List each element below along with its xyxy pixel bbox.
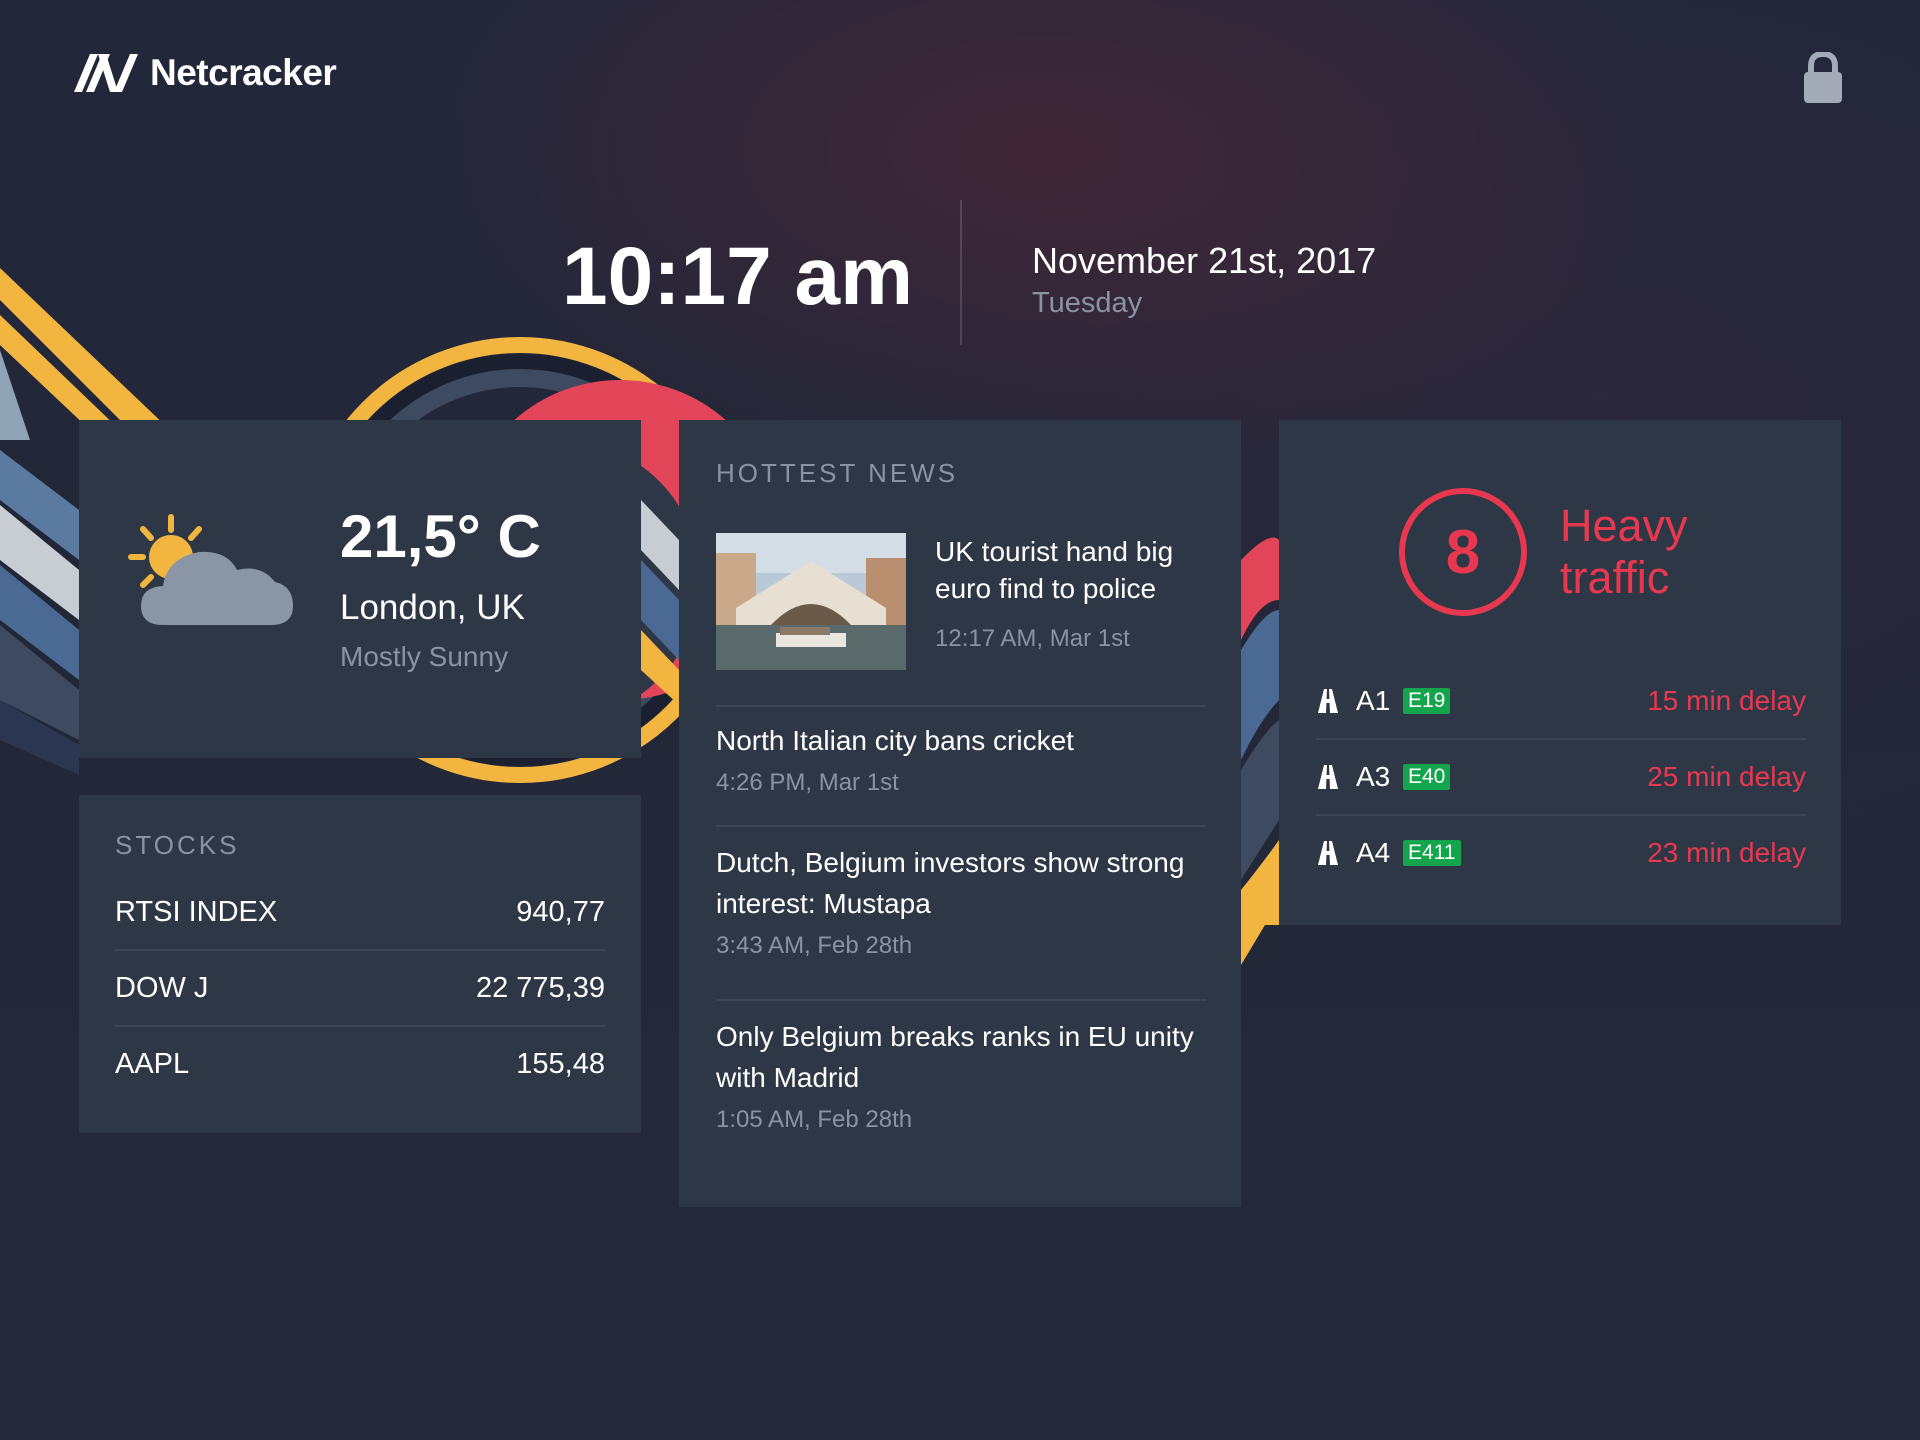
news-item[interactable]: North Italian city bans cricket 4:26 PM,…: [716, 720, 1206, 797]
news-divider: [716, 825, 1206, 827]
road-delay: 15 min delay: [1647, 685, 1806, 716]
road-row[interactable]: A4 E411 23 min delay: [1316, 816, 1806, 890]
news-title: North Italian city bans cricket: [716, 725, 1074, 756]
news-title: Dutch, Belgium investors show strong int…: [716, 847, 1185, 919]
stocks-card[interactable]: STOCKS RTSI INDEX 940,77 DOW J 22 775,39…: [79, 795, 641, 1133]
brand-name: Netcracker: [150, 52, 337, 93]
stock-row[interactable]: DOW J 22 775,39: [115, 951, 605, 1027]
traffic-card[interactable]: 8 Heavy traffic A1 E19 15 min delay A3 E…: [1279, 420, 1841, 925]
news-time: 1:05 AM, Feb 28th: [716, 1106, 913, 1133]
stock-name: AAPL: [115, 1047, 190, 1080]
stock-name: DOW J: [115, 971, 209, 1004]
road-euro-badge: E40: [1403, 764, 1451, 790]
road-name: A4: [1356, 837, 1391, 868]
road-icon: [1318, 689, 1338, 713]
weather-card[interactable]: 21,5° C London, UK Mostly Sunny: [79, 420, 641, 758]
brand-logo: Netcracker: [72, 52, 337, 94]
news-item-featured[interactable]: UK tourist hand big euro find to police …: [716, 533, 1206, 703]
news-divider: [716, 999, 1206, 1001]
news-title: Only Belgium breaks ranks in EU unity wi…: [716, 1021, 1194, 1093]
stock-value: 155,48: [516, 1047, 605, 1080]
news-time: 12:17 AM, Mar 1st: [935, 625, 1130, 652]
news-item[interactable]: Only Belgium breaks ranks in EU unity wi…: [716, 1016, 1206, 1134]
stock-row[interactable]: AAPL 155,48: [115, 1027, 605, 1101]
news-item[interactable]: Dutch, Belgium investors show strong int…: [716, 842, 1206, 960]
current-day: Tuesday: [1032, 287, 1143, 319]
weather-city: London, UK: [340, 588, 525, 627]
stocks-heading: STOCKS: [115, 830, 240, 860]
news-time: 4:26 PM, Mar 1st: [716, 769, 899, 796]
weather-condition: Mostly Sunny: [340, 641, 509, 672]
news-thumbnail-image: [716, 533, 906, 670]
road-euro-badge: E19: [1403, 688, 1451, 714]
traffic-level-badge: 8: [1399, 488, 1527, 616]
road-delay: 25 min delay: [1647, 761, 1806, 792]
road-name: A3: [1356, 761, 1391, 792]
current-time: 10:17 am: [562, 231, 914, 322]
news-time: 3:43 AM, Feb 28th: [716, 932, 913, 959]
temperature: 21,5° C: [340, 503, 541, 570]
traffic-status: Heavy traffic: [1560, 500, 1688, 603]
stock-list: RTSI INDEX 940,77 DOW J 22 775,39 AAPL 1…: [115, 875, 605, 1101]
partly-cloudy-icon: [128, 514, 293, 625]
road-euro-badge: E411: [1403, 840, 1461, 866]
netcracker-logo-icon: [74, 54, 138, 92]
stock-row[interactable]: RTSI INDEX 940,77: [115, 875, 605, 951]
clock-divider: [960, 200, 962, 345]
road-delay: 23 min delay: [1647, 837, 1806, 868]
news-heading: HOTTEST NEWS: [716, 458, 959, 488]
stock-name: RTSI INDEX: [115, 895, 278, 928]
road-row[interactable]: A3 E40 25 min delay: [1316, 740, 1806, 816]
stock-value: 22 775,39: [475, 971, 605, 1004]
news-title: UK tourist hand big euro find to police: [935, 536, 1174, 604]
lock-icon[interactable]: [1800, 52, 1846, 104]
road-list: A1 E19 15 min delay A3 E40 25 min delay …: [1316, 664, 1806, 890]
news-divider: [716, 705, 1206, 707]
current-date: November 21st, 2017: [1032, 240, 1377, 281]
road-icon: [1318, 841, 1338, 865]
road-icon: [1318, 765, 1338, 789]
stock-value: 940,77: [516, 895, 605, 928]
road-row[interactable]: A1 E19 15 min delay: [1316, 664, 1806, 740]
news-card: HOTTEST NEWS UK tourist hand big euro fi…: [679, 420, 1241, 1207]
road-name: A1: [1356, 685, 1391, 716]
